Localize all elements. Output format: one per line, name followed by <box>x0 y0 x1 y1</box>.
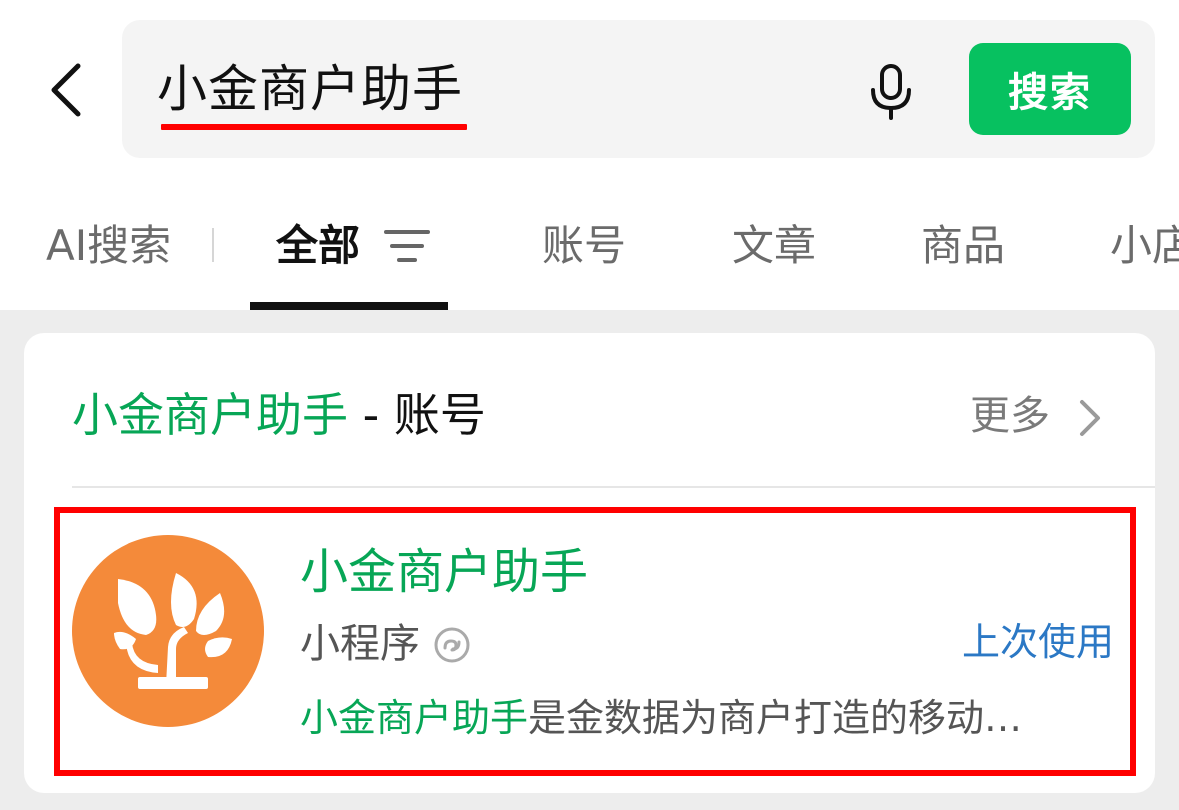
section-separator: - <box>348 388 394 442</box>
chevron-right-icon[interactable] <box>1074 396 1104 440</box>
filter-icon[interactable] <box>384 228 430 264</box>
section-title: 小金商户助手 - 账号 <box>72 384 486 446</box>
section-keyword: 小金商户助手 <box>72 388 348 442</box>
section-category: 账号 <box>393 388 486 442</box>
tab-divider <box>212 228 214 262</box>
search-header: 小金商户助手 搜索 AI搜索 全部 账号 文章 商品 小店 <box>0 0 1179 310</box>
active-tab-indicator <box>250 302 448 310</box>
chevron-left-icon[interactable] <box>40 60 90 120</box>
microphone-icon[interactable] <box>866 62 916 122</box>
tab-shops[interactable]: 小店 <box>1110 216 1179 276</box>
annotation-underline <box>161 124 467 130</box>
more-link[interactable]: 更多 <box>970 388 1050 444</box>
search-input[interactable]: 小金商户助手 <box>157 58 463 120</box>
tab-articles[interactable]: 文章 <box>732 216 816 276</box>
search-button[interactable]: 搜索 <box>969 43 1131 135</box>
tab-accounts[interactable]: 账号 <box>542 216 626 276</box>
tab-products[interactable]: 商品 <box>921 216 1005 276</box>
tab-ai-search[interactable]: AI搜索 <box>46 216 171 276</box>
section-divider <box>72 486 1155 488</box>
annotation-highlight-box <box>54 507 1136 776</box>
tab-all[interactable]: 全部 <box>276 216 360 276</box>
